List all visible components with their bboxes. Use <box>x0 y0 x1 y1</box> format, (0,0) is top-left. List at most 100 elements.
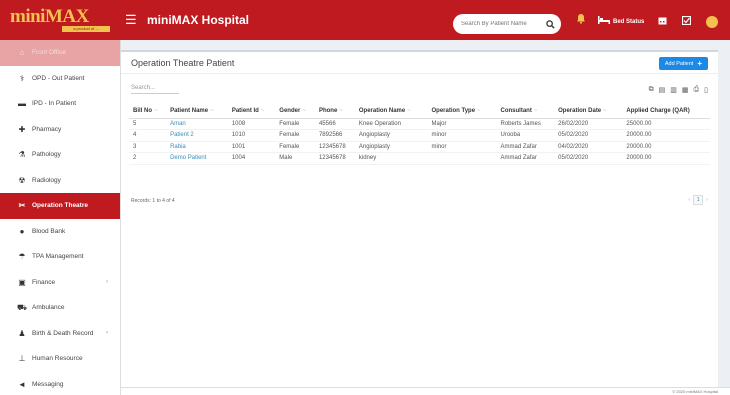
blood-drop-icon: ● <box>19 226 25 236</box>
footer-copyright: © 2020 miniMAX Hospital <box>672 389 718 394</box>
operation-type-cell: Major <box>427 118 497 130</box>
calendar-icon[interactable] <box>658 16 667 28</box>
table-row: 4 Patient 2 1010 Female 7892566 Angiopla… <box>129 129 710 142</box>
checklist-icon[interactable] <box>681 15 692 28</box>
operation-name-cell: kidney <box>354 152 428 165</box>
bed-icon: ▬ <box>18 99 26 109</box>
panel-header: Operation Theatre Patient <box>121 52 718 74</box>
prev-page-icon[interactable]: ‹ <box>688 197 690 203</box>
column-header[interactable]: Bill No ~ <box>129 104 167 119</box>
sidebar-item-opd[interactable]: ⚕ OPD - Out Patient <box>0 66 120 92</box>
user-avatar[interactable] <box>706 16 718 28</box>
phone-cell: 7892566 <box>314 129 355 142</box>
xray-icon: ☢ <box>18 175 26 185</box>
sidebar-item-tpa-management[interactable]: ☂ TPA Management <box>0 244 120 270</box>
page-title: Operation Theatre Patient <box>131 57 235 68</box>
scissors-icon: ✂ <box>18 201 26 211</box>
bullhorn-icon: ◄ <box>18 379 26 389</box>
sidebar-item-label: IPD - In Patient <box>32 100 77 108</box>
applied-charge-cell: 20000.00 <box>622 141 710 153</box>
ambulance-icon: ⛟ <box>16 302 28 312</box>
add-patient-button[interactable]: Add Patient + <box>658 57 708 70</box>
sidebar-item-radiology[interactable]: ☢ Radiology <box>0 168 120 194</box>
column-header[interactable]: Operation Date ~ <box>554 104 623 119</box>
bed-icon[interactable] <box>598 16 610 27</box>
copy-icon[interactable]: ⧉ <box>649 86 654 94</box>
sidebar-item-label: Pharmacy <box>32 125 62 133</box>
column-header[interactable]: Applied Charge (QAR) <box>622 104 710 119</box>
excel-icon[interactable]: ▤ <box>659 86 666 94</box>
pdf-icon[interactable]: ▦ <box>682 86 689 94</box>
applied-charge-cell: 25000.00 <box>622 118 710 130</box>
sidebar-item-finance[interactable]: ▣ Finance ‹ <box>0 270 120 296</box>
search-icon[interactable] <box>543 17 557 31</box>
add-patient-label: Add Patient <box>664 60 694 67</box>
flask-icon: ⚗ <box>18 150 26 160</box>
sidebar-item-operation-theatre[interactable]: ✂ Operation Theatre <box>0 193 120 219</box>
gender-cell: Female <box>275 129 315 142</box>
footer: © 2020 miniMAX Hospital <box>121 387 730 395</box>
csv-icon[interactable]: ▥ <box>670 86 677 94</box>
consultant-cell: Ammad Zafar <box>496 152 555 165</box>
column-header[interactable]: Operation Type ~ <box>427 104 497 119</box>
column-header[interactable]: Gender ~ <box>275 104 315 119</box>
operation-date-cell: 26/02/2020 <box>554 118 623 130</box>
gender-cell: Male <box>275 152 315 165</box>
patient-id-cell: 1010 <box>227 129 276 142</box>
column-header[interactable]: Patient Id ~ <box>227 104 276 119</box>
sidebar-item-ipd[interactable]: ▬ IPD - In Patient <box>0 91 120 117</box>
consultant-cell: Roberts James <box>496 118 555 130</box>
column-header[interactable]: Consultant ~ <box>496 104 555 119</box>
patient-name-link[interactable]: Demo Patient <box>166 152 228 165</box>
sidebar-item-front-office[interactable]: ⌂ Front Office <box>0 40 120 66</box>
chevron-left-icon: ‹ <box>106 330 108 337</box>
patient-name-link[interactable]: Rabia <box>166 141 228 153</box>
bill-no-cell: 4 <box>129 129 167 142</box>
bill-no-cell: 2 <box>129 152 167 165</box>
logo[interactable]: miniMAX a product of ... <box>0 0 121 40</box>
records-info: Records: 1 to 4 of 4 <box>131 198 175 204</box>
table-search-input[interactable]: Search... <box>131 85 179 94</box>
sidebar-item-human-resource[interactable]: ⊥ Human Resource <box>0 346 120 372</box>
patient-id-cell: 1001 <box>227 141 276 153</box>
sidebar-item-pharmacy[interactable]: ✚ Pharmacy <box>0 117 120 143</box>
next-page-icon[interactable]: › <box>706 197 708 203</box>
table-row: 3 Rabia 1001 Female 12345678 Angioplasty… <box>129 141 710 153</box>
columns-icon[interactable]: ▯ <box>704 86 708 94</box>
sidebar-item-label: Human Resource <box>32 355 83 363</box>
sidebar: ⌂ Front Office ⚕ OPD - Out Patient ▬ IPD - … <box>0 40 121 395</box>
export-toolbar: ⧉ ▤ ▥ ▦ ⎙ ▯ <box>649 86 708 94</box>
patient-name-link[interactable]: Patient 2 <box>166 129 228 142</box>
patient-search-input[interactable] <box>461 21 543 27</box>
sidebar-item-messaging[interactable]: ◄ Messaging <box>0 372 120 395</box>
operation-theatre-panel: Operation Theatre Patient Add Patient + … <box>121 50 718 387</box>
sidebar-item-birth-death-record[interactable]: ♟ Birth & Death Record ‹ <box>0 321 120 347</box>
phone-cell: 12345678 <box>314 141 355 153</box>
sidebar-item-pathology[interactable]: ⚗ Pathology <box>0 142 120 168</box>
consultant-cell: Ammad Zafar <box>496 141 555 153</box>
patient-id-cell: 1004 <box>227 152 276 165</box>
sidebar-item-label: Front Office <box>32 49 66 57</box>
sidebar-item-blood-bank[interactable]: ● Blood Bank <box>0 219 120 245</box>
column-header[interactable]: Patient Name ~ <box>166 104 228 119</box>
bed-status-link[interactable]: Bed Status <box>613 19 644 25</box>
phone-cell: 45566 <box>314 118 355 130</box>
logo-text: miniMAX <box>10 6 89 27</box>
column-header[interactable]: Phone ~ <box>314 104 355 119</box>
table-header-row: Bill No ~ Patient Name ~ Patient Id ~ Gende… <box>129 104 710 119</box>
column-header[interactable]: Operation Name ~ <box>354 104 428 119</box>
money-icon: ▣ <box>18 277 26 287</box>
print-icon[interactable]: ⎙ <box>694 86 700 94</box>
page-number-button[interactable]: 1 <box>693 195 704 205</box>
sidebar-item-label: OPD - Out Patient <box>32 74 85 82</box>
notification-bell-icon[interactable] <box>576 13 586 27</box>
sitemap-icon: ⊥ <box>18 354 26 364</box>
sidebar-item-label: TPA Management <box>32 253 84 261</box>
operation-name-cell: Angioplasty <box>354 141 428 153</box>
hamburger-menu-icon[interactable]: ☰ <box>125 12 141 28</box>
family-icon: ♟ <box>18 328 26 338</box>
patient-id-cell: 1008 <box>227 118 276 130</box>
patient-name-link[interactable]: Aman <box>166 118 228 130</box>
sidebar-item-ambulance[interactable]: ⛟ Ambulance <box>0 295 120 321</box>
sidebar-item-label: Finance <box>32 278 56 286</box>
